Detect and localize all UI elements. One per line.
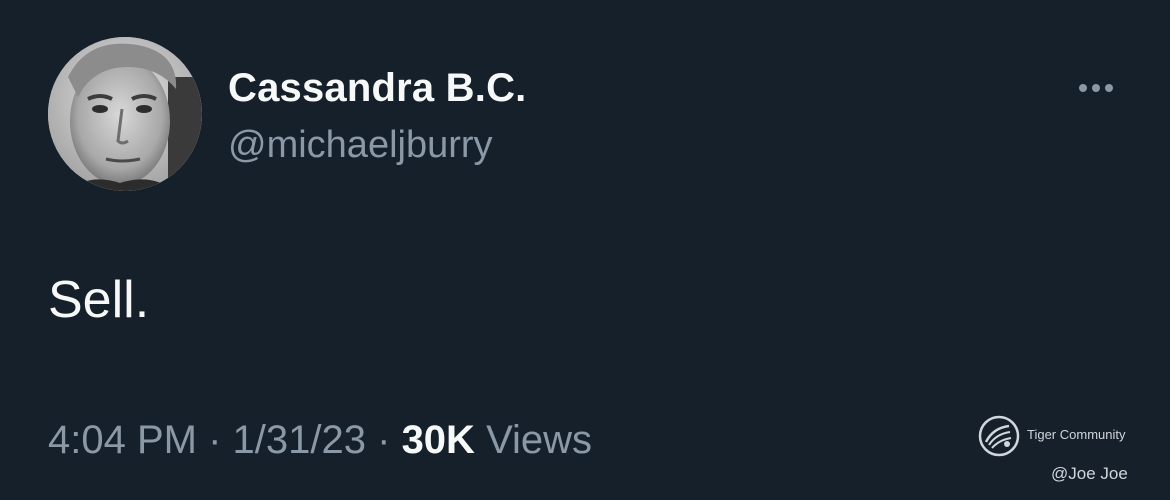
tweet-metadata: 4:04 PM · 1/31/23 · 30K Views [48,418,592,463]
avatar[interactable] [48,37,202,191]
watermark-author: @Joe Joe [1051,464,1128,483]
views-count[interactable]: 30K [402,418,487,462]
meta-separator: · [208,418,233,462]
more-horizontal-icon-dot [1105,84,1113,92]
tweet-date[interactable]: 1/31/23 [233,418,366,462]
tiger-community-logo-icon [978,415,1020,457]
more-horizontal-icon-dot [1092,84,1100,92]
views-label[interactable]: Views [486,418,592,462]
avatar-photo [48,37,202,191]
tweet-card: Cassandra B.C. @michaeljburry Sell. 4:04… [0,0,1170,500]
meta-separator: · [377,418,402,462]
display-name[interactable]: Cassandra B.C. [228,66,526,111]
more-options-button[interactable] [1068,74,1124,102]
watermark-brand: Tiger Community [1027,427,1126,442]
user-handle[interactable]: @michaeljburry [228,124,493,167]
tweet-text: Sell. [48,271,150,329]
more-horizontal-icon [1079,84,1087,92]
watermark: Tiger Community @Joe Joe [977,412,1157,492]
tweet-time[interactable]: 4:04 PM [48,418,197,462]
